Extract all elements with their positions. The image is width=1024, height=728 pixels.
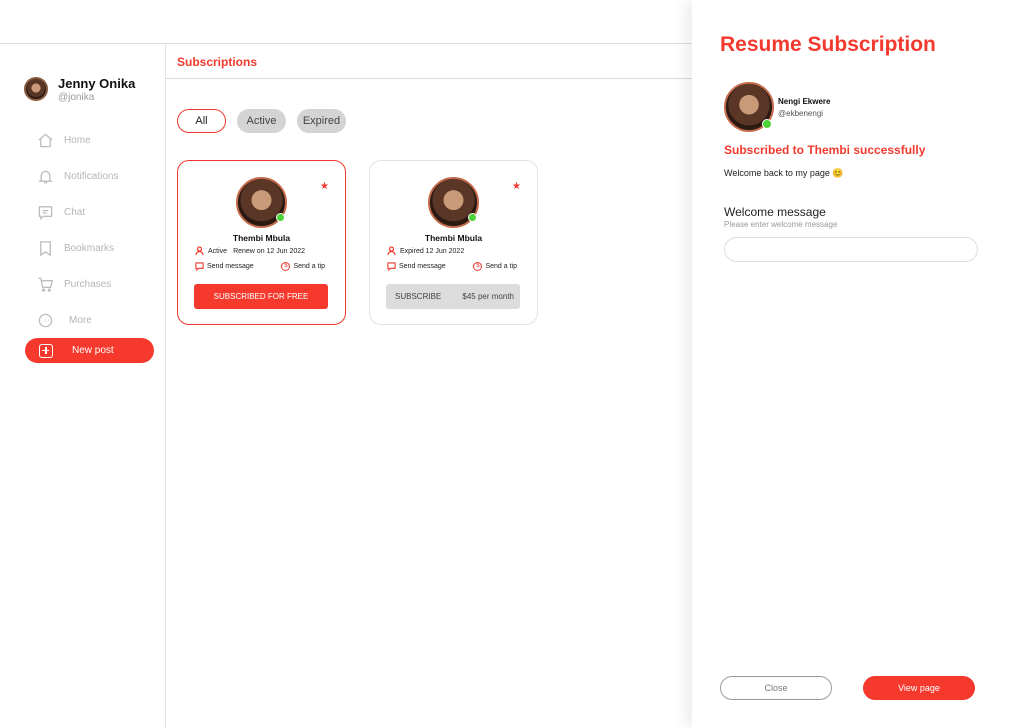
filter-expired[interactable]: Expired <box>297 109 346 133</box>
subscription-card[interactable]: ★ Thembi Mbula Expired 12 Jun 2022 Send … <box>369 160 538 325</box>
avatar[interactable] <box>24 77 48 101</box>
new-post-button[interactable]: New post <box>25 338 154 363</box>
success-message: Subscribed to Thembi successfully <box>724 143 926 157</box>
online-indicator <box>762 119 772 129</box>
sidebar-item-more[interactable]: More <box>36 302 118 338</box>
panel-user-name: Nengi Ekwere <box>778 97 831 106</box>
bookmark-icon <box>36 239 54 257</box>
profile-name: Jenny Onika <box>58 76 136 91</box>
renew-date: Renew on 12 Jun 2022 <box>233 247 306 255</box>
online-indicator <box>468 213 477 222</box>
filter-all[interactable]: All <box>177 109 226 133</box>
user-icon <box>387 246 396 256</box>
sidebar-item-bookmarks[interactable]: Bookmarks <box>36 230 118 266</box>
status-label: Expired 12 Jun 2022 <box>400 247 465 255</box>
creator-name: Thembi Mbula <box>232 233 291 243</box>
user-profile[interactable]: Jenny Onika @jonika <box>24 76 135 104</box>
price-label: $45 per month <box>462 292 514 301</box>
welcome-message-label: Welcome message <box>724 205 826 219</box>
dollar-icon: $ <box>281 262 291 271</box>
send-tip-link[interactable]: $ Send a tip <box>473 262 517 271</box>
online-indicator <box>276 213 285 222</box>
sidebar-item-label: Bookmarks <box>64 242 115 254</box>
welcome-text: Welcome back to my page 😊 <box>724 168 844 178</box>
bell-icon <box>36 167 54 185</box>
view-page-button[interactable]: View page <box>863 676 975 700</box>
page: Jenny Onika @jonika Home Notifications C… <box>0 0 1024 728</box>
user-check-icon <box>195 246 204 256</box>
sidebar-item-label: Chat <box>64 206 86 218</box>
card-actions: Send message $ Send a tip <box>195 262 325 271</box>
cart-icon <box>36 275 54 293</box>
sidebar-item-label: Home <box>64 134 91 146</box>
subscribed-free-button[interactable]: SUBSCRIBED FOR FREE <box>194 284 328 309</box>
creator-name: Thembi Mbula <box>424 233 483 243</box>
send-tip-link[interactable]: $ Send a tip <box>281 262 325 271</box>
page-title: Subscriptions <box>177 55 258 69</box>
send-tip-label: Send a tip <box>485 263 517 270</box>
filter-chips: All Active Expired <box>177 109 357 133</box>
home-icon <box>36 131 54 149</box>
welcome-message-input[interactable] <box>724 237 978 262</box>
sidebar-item-label: Purchases <box>64 278 112 290</box>
subscription-card[interactable]: ★ Thembi Mbula Active Renew on 12 Jun 20… <box>177 160 346 325</box>
send-message-label: Send message <box>399 263 446 270</box>
resume-subscription-panel: Resume Subscription Nengi Ekwere @ekbene… <box>692 0 1024 728</box>
sidebar-item-label: More <box>69 314 92 326</box>
sidebar-item-chat[interactable]: Chat <box>36 194 118 230</box>
star-icon[interactable]: ★ <box>512 181 521 192</box>
send-tip-label: Send a tip <box>293 263 325 270</box>
panel-title: Resume Subscription <box>720 33 936 56</box>
status-label: Active <box>208 247 228 255</box>
message-icon <box>387 262 396 271</box>
new-post-label: New post <box>72 345 114 356</box>
sidebar-nav: Home Notifications Chat Bookmarks Purcha… <box>36 122 118 338</box>
sidebar: Jenny Onika @jonika Home Notifications C… <box>0 44 166 728</box>
title-divider <box>166 78 692 79</box>
dollar-icon: $ <box>473 262 483 271</box>
sidebar-item-label: Notifications <box>64 170 119 182</box>
welcome-message-hint: Please enter welcome message <box>724 220 838 229</box>
filter-active[interactable]: Active <box>237 109 286 133</box>
panel-user-handle: @ekbenengi <box>778 109 824 118</box>
star-icon[interactable]: ★ <box>320 181 329 192</box>
sidebar-item-home[interactable]: Home <box>36 122 118 158</box>
sidebar-item-purchases[interactable]: Purchases <box>36 266 118 302</box>
send-message-link[interactable]: Send message <box>195 262 254 271</box>
send-message-link[interactable]: Send message <box>387 262 446 271</box>
message-icon <box>195 262 204 271</box>
close-button[interactable]: Close <box>720 676 832 700</box>
plus-square-icon <box>39 343 53 358</box>
card-actions: Send message $ Send a tip <box>387 262 517 271</box>
subscription-status: Active Renew on 12 Jun 2022 <box>195 246 305 256</box>
sidebar-item-notifications[interactable]: Notifications <box>36 158 118 194</box>
more-icon <box>36 311 54 329</box>
chat-icon <box>36 203 54 221</box>
subscription-status: Expired 12 Jun 2022 <box>387 246 464 256</box>
subscribe-button[interactable]: SUBSCRIBE $45 per month <box>386 284 520 309</box>
profile-handle: @jonika <box>58 92 95 103</box>
subscribe-label: SUBSCRIBE <box>395 292 442 301</box>
send-message-label: Send message <box>207 263 254 270</box>
